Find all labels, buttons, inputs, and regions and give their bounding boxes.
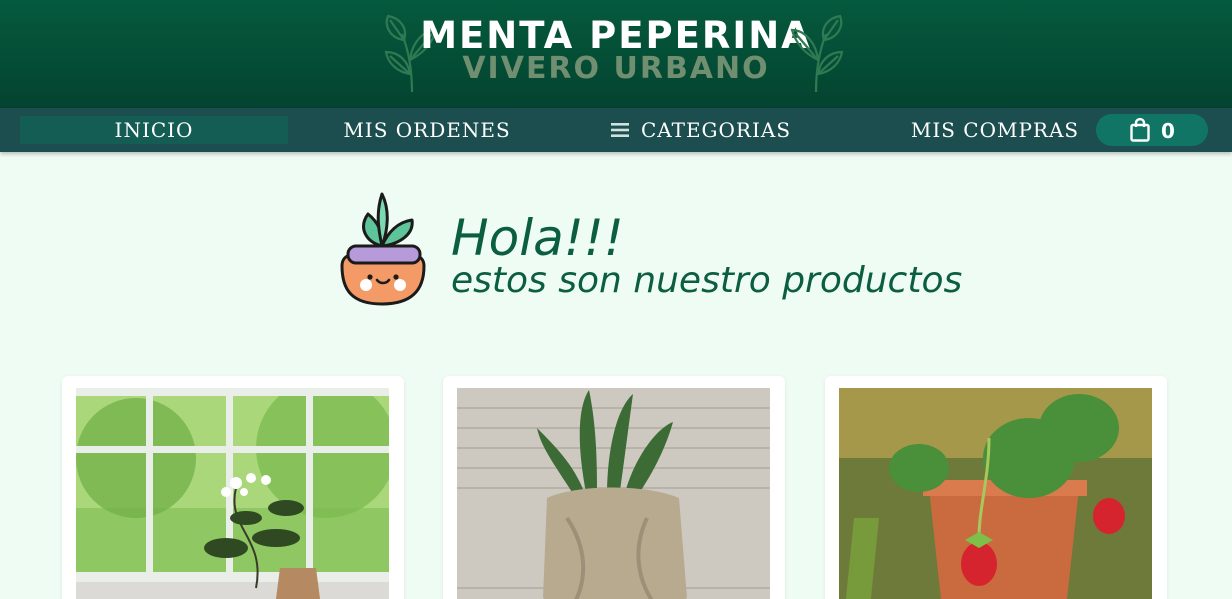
mint-leaves-icon [790,14,844,93]
brand-subtitle: VIVERO URBANO [462,51,770,86]
product-card[interactable] [62,376,404,599]
cart-count: 0 [1161,119,1175,143]
greeting-subtitle: estos son nuestro productos [451,260,963,301]
nav-item-inicio[interactable]: INICIO [20,116,288,144]
product-image [839,388,1152,599]
product-card[interactable] [825,376,1167,599]
nav-item-mis-compras[interactable]: MIS COMPRAS [880,116,1110,144]
site-header: MENTA PEPERINA VIVERO URBANO [0,0,1232,108]
hamburger-menu-icon [610,122,629,137]
nav-item-label: INICIO [114,118,194,142]
potted-plant-mascot-icon [340,192,426,306]
nav-item-label: MIS COMPRAS [910,118,1080,142]
shopping-bag-icon [1130,118,1150,142]
main-nav: INICIO MIS ORDENES CATEGORIAS MIS COMPRA… [0,108,1232,152]
brand: MENTA PEPERINA VIVERO URBANO [0,10,1232,86]
cart-button[interactable]: 0 [1096,114,1208,146]
nav-item-categorias[interactable]: CATEGORIAS [586,116,816,144]
product-image [76,388,389,599]
nav-item-mis-ordenes[interactable]: MIS ORDENES [300,116,554,144]
product-image [457,388,770,599]
nav-item-label: CATEGORIAS [640,118,792,142]
nav-item-label: MIS ORDENES [343,118,511,142]
product-card[interactable] [443,376,785,599]
